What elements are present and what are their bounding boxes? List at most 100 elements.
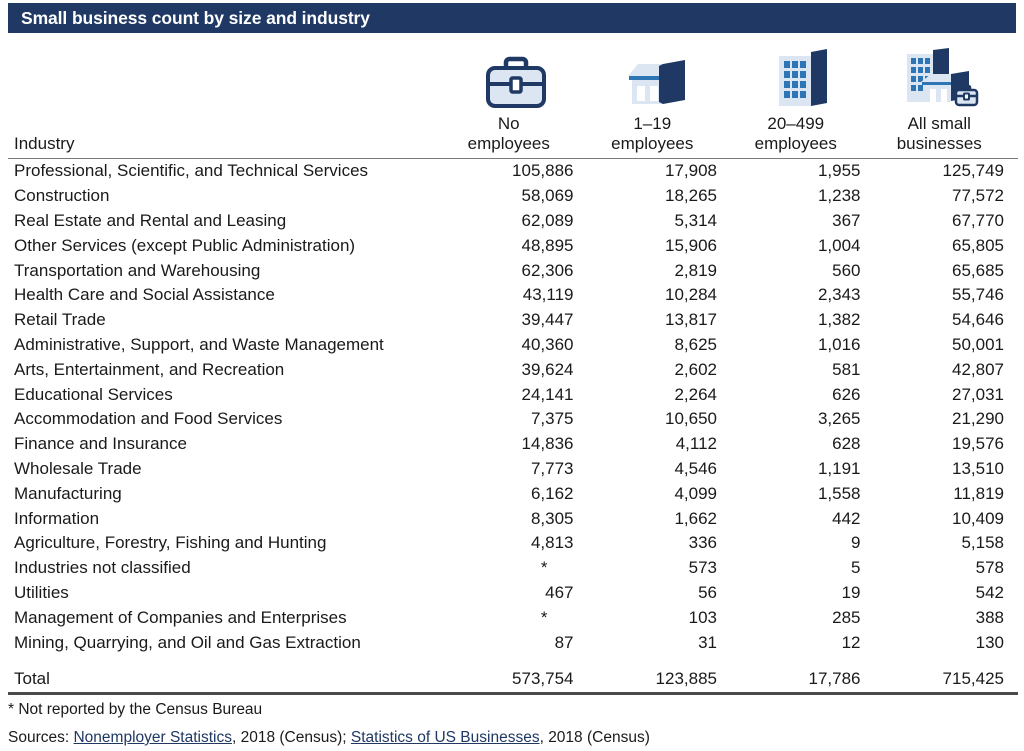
row-value-all-small: 19,576 xyxy=(952,434,1004,454)
table-row: Educational Services 24,141 2,264 626 27,031 xyxy=(8,382,1018,407)
infographic-table-page: Small business count by size and industr… xyxy=(0,0,1024,751)
total-label: Total xyxy=(8,663,444,695)
row-value-all-small: 27,031 xyxy=(952,384,1004,404)
row-value-emp-20-499: 5 xyxy=(851,558,861,578)
row-value-emp-20-499: 9 xyxy=(851,533,861,553)
row-value-emp-20-499: 3,265 xyxy=(817,409,861,429)
row-value-no-employees: 39,624 xyxy=(521,359,574,379)
row-value-emp-1-19: 8,625 xyxy=(674,334,717,354)
row-value-no-employees: 58,069 xyxy=(521,186,574,206)
row-value-no-employees: * xyxy=(540,607,548,627)
row-value-no-employees: 7,773 xyxy=(530,458,574,478)
row-industry-label: Retail Trade xyxy=(14,310,106,330)
row-value-emp-1-19: 10,284 xyxy=(665,285,717,305)
sources-middle: , 2018 (Census); xyxy=(232,729,351,746)
row-value-emp-1-19: 4,112 xyxy=(675,434,717,454)
row-industry-label: Information xyxy=(14,508,100,528)
row-value-emp-20-499: 285 xyxy=(832,607,861,627)
row-value-all-small: 542 xyxy=(975,582,1004,602)
row-value-all-small: 50,001 xyxy=(952,334,1004,354)
row-value-emp-1-19: 4,546 xyxy=(674,458,717,478)
column-header-industry: Industry xyxy=(8,38,444,159)
row-value-emp-20-499: 628 xyxy=(832,434,861,454)
table-row: Finance and Insurance 14,836 4,112 628 19,57… xyxy=(8,432,1018,457)
row-value-emp-1-19: 2,819 xyxy=(674,260,717,280)
row-industry-label: Management of Companies and Enterprises xyxy=(14,607,347,627)
all-businesses-icon xyxy=(875,38,1019,114)
row-value-emp-1-19: 56 xyxy=(698,582,717,602)
page-title: Small business count by size and industr… xyxy=(21,7,370,28)
row-industry-label: Administrative, Support, and Waste Manag… xyxy=(14,334,384,354)
column-header-no-employees-label: No employees xyxy=(467,114,550,153)
row-value-all-small: 42,807 xyxy=(952,359,1004,379)
total-value-no-employees: 573,754 xyxy=(444,663,588,695)
table-row: Mining, Quarrying, and Oil and Gas Extra… xyxy=(8,630,1018,655)
row-value-emp-20-499: 1,382 xyxy=(817,310,861,330)
spacer-cell xyxy=(875,655,1019,664)
table-row: Transportation and Warehousing 62,306 2,81… xyxy=(8,258,1018,283)
row-value-emp-20-499: 626 xyxy=(832,384,861,404)
row-value-emp-1-19: 573 xyxy=(688,558,717,578)
row-value-no-employees: * xyxy=(540,558,548,578)
row-industry-label: Other Services (except Public Administra… xyxy=(14,235,356,255)
small-business-table: Industry No employees 1–19 employees 20–… xyxy=(8,38,1018,695)
row-value-emp-1-19: 18,265 xyxy=(665,186,717,206)
row-industry-label: Manufacturing xyxy=(14,483,122,503)
column-header-all-small-businesses: All small businesses xyxy=(874,38,1019,159)
asterisk-footnote: * Not reported by the Census Bureau xyxy=(8,701,263,718)
row-value-emp-1-19: 17,908 xyxy=(665,161,717,181)
row-value-emp-1-19: 1,662 xyxy=(674,508,717,528)
row-value-emp-20-499: 1,558 xyxy=(817,483,861,503)
row-value-emp-20-499: 19 xyxy=(841,582,861,602)
source-link-nonemployer-statistics[interactable]: Nonemployer Statistics xyxy=(73,729,232,746)
sources-line: Sources: Nonemployer Statistics, 2018 (C… xyxy=(8,727,1016,748)
row-value-all-small: 11,819 xyxy=(953,483,1004,503)
row-value-emp-1-19: 103 xyxy=(688,607,717,627)
storefront-icon xyxy=(588,38,732,114)
table-container: Industry No employees 1–19 employees 20–… xyxy=(0,38,1024,695)
spacer-cell xyxy=(444,655,588,664)
table-header-row: Industry No employees 1–19 employees 20–… xyxy=(8,38,1018,159)
table-row: Construction 58,069 18,265 1,238 77,572 xyxy=(8,184,1018,209)
row-value-all-small: 55,746 xyxy=(952,285,1004,305)
column-header-20-499-employees: 20–499 employees xyxy=(731,38,875,159)
table-row: Other Services (except Public Administra… xyxy=(8,233,1018,258)
total-value-emp-20-499: 17,786 xyxy=(731,663,875,695)
column-header-1-19-employees: 1–19 employees xyxy=(587,38,732,159)
table-row: Utilities 467 56 19 542 xyxy=(8,581,1018,606)
row-value-no-employees: 43,119 xyxy=(522,285,574,305)
row-value-emp-1-19: 2,602 xyxy=(674,359,717,379)
row-industry-label: Finance and Insurance xyxy=(14,434,187,454)
row-value-emp-20-499: 1,955 xyxy=(817,161,861,181)
row-industry-label: Wholesale Trade xyxy=(14,458,142,478)
briefcase-icon xyxy=(444,38,588,114)
title-bar: Small business count by size and industr… xyxy=(8,3,1016,33)
row-value-all-small: 130 xyxy=(975,632,1004,652)
row-value-no-employees: 40,360 xyxy=(521,334,574,354)
spacer-cell xyxy=(8,655,444,664)
source-link-statistics-of-us-businesses[interactable]: Statistics of US Businesses xyxy=(351,729,540,746)
row-value-emp-20-499: 367 xyxy=(832,210,861,230)
row-value-emp-1-19: 31 xyxy=(698,632,717,652)
office-building-icon xyxy=(731,38,875,114)
column-header-all-small-businesses-label: All small businesses xyxy=(896,114,982,153)
footnotes: * Not reported by the Census Bureau Sour… xyxy=(8,699,1016,748)
table-row: Management of Companies and Enterprises *… xyxy=(8,605,1018,630)
spacer-cell xyxy=(731,655,875,664)
row-value-all-small: 67,770 xyxy=(952,210,1004,230)
row-industry-label: Construction xyxy=(14,186,110,206)
row-value-all-small: 54,646 xyxy=(952,310,1004,330)
row-value-all-small: 65,805 xyxy=(952,235,1004,255)
row-value-emp-1-19: 5,314 xyxy=(674,210,717,230)
row-value-all-small: 65,685 xyxy=(952,260,1004,280)
row-value-no-employees: 24,141 xyxy=(521,384,574,404)
row-value-all-small: 125,749 xyxy=(942,161,1004,181)
column-header-no-employees: No employees xyxy=(444,38,588,159)
row-value-emp-1-19: 2,264 xyxy=(674,384,717,404)
row-value-all-small: 388 xyxy=(975,607,1004,627)
table-spacer-row xyxy=(8,655,1018,664)
table-row: Health Care and Social Assistance 43,119 1… xyxy=(8,283,1018,308)
row-value-emp-20-499: 1,004 xyxy=(817,235,861,255)
row-industry-label: Agriculture, Forestry, Fishing and Hunti… xyxy=(14,533,327,553)
row-industry-label: Professional, Scientific, and Technical … xyxy=(14,161,369,181)
